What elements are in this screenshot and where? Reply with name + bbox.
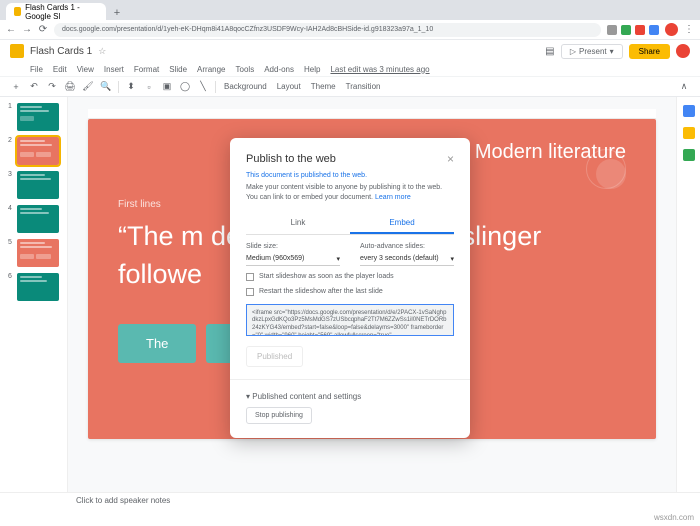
modal-title: Publish to the web [246, 153, 336, 165]
expand-settings[interactable]: ▾ Published content and settings [246, 392, 454, 401]
stop-publishing-button[interactable]: Stop publishing [246, 407, 312, 424]
publish-status: This document is published to the web. [246, 172, 454, 179]
slide-size-label: Slide size: [246, 243, 340, 250]
checkbox-label: Restart the slideshow after the last sli… [259, 288, 383, 295]
slide-size-select[interactable]: Medium (960x569)▾ [246, 253, 340, 266]
publish-description: Make your content visible to anyone by p… [246, 183, 454, 203]
publish-modal: Publish to the web × This document is pu… [230, 138, 470, 438]
checkbox-label: Start slideshow as soon as the player lo… [259, 273, 394, 280]
modal-tabs: Link Embed [246, 213, 454, 235]
checkbox-restart-slideshow[interactable] [246, 288, 254, 296]
tab-link[interactable]: Link [246, 213, 350, 234]
auto-advance-label: Auto-advance slides: [360, 243, 454, 250]
chevron-down-icon: ▾ [450, 255, 454, 263]
learn-more-link[interactable]: Learn more [375, 194, 411, 201]
chevron-down-icon: ▾ [336, 255, 340, 263]
published-button: Published [246, 346, 303, 367]
embed-code-field[interactable]: <iframe src="https://docs.google.com/pre… [246, 304, 454, 336]
modal-backdrop: Publish to the web × This document is pu… [0, 0, 700, 526]
divider [230, 379, 470, 380]
tab-embed[interactable]: Embed [350, 213, 454, 234]
watermark: wsxdn.com [654, 513, 694, 522]
checkbox-start-slideshow[interactable] [246, 273, 254, 281]
auto-advance-select[interactable]: every 3 seconds (default)▾ [360, 253, 454, 266]
close-icon[interactable]: × [447, 152, 454, 166]
